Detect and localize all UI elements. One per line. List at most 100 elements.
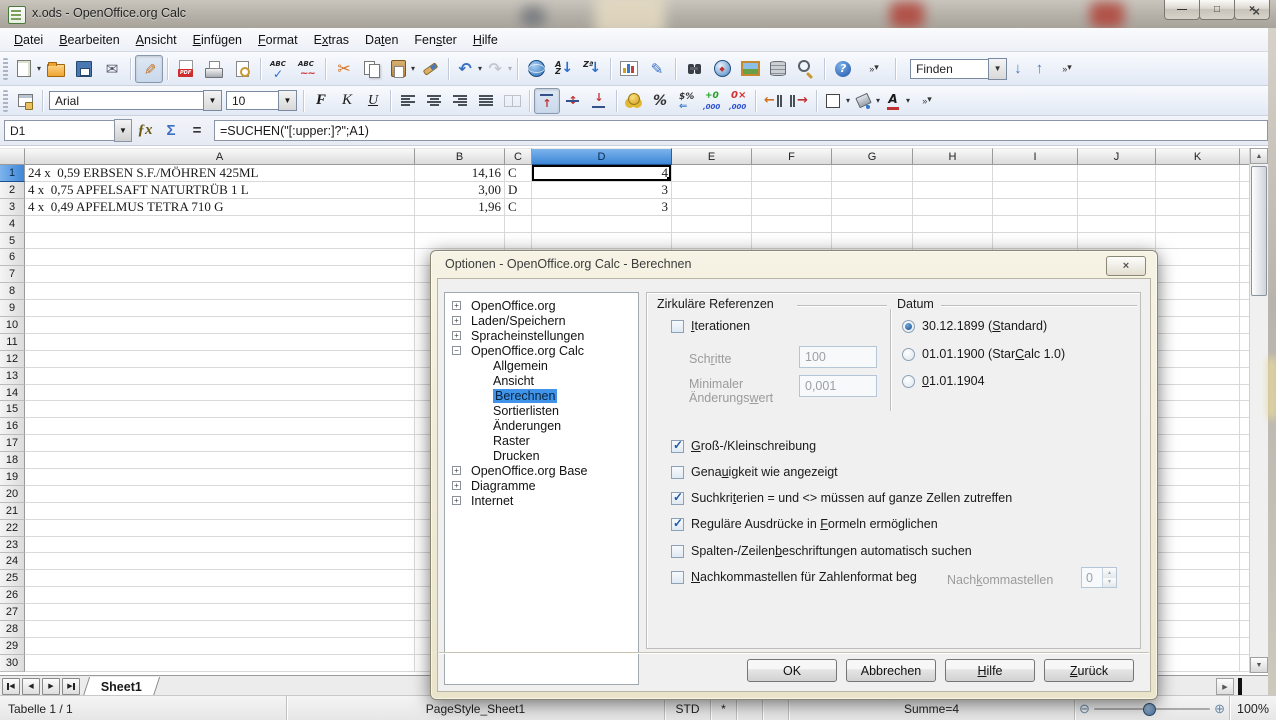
minimize-button[interactable]: — [1164,0,1200,20]
cell[interactable] [672,233,752,250]
toolbar-grip[interactable] [3,90,8,112]
cell[interactable]: 3,00 [415,182,505,199]
italic-button[interactable] [334,88,360,114]
cell[interactable] [1156,486,1240,503]
cell[interactable] [1156,418,1240,435]
auto-spellcheck-button[interactable] [293,55,321,83]
zoom-button[interactable] [792,55,820,83]
dropdown-arrow-icon[interactable]: ▾ [411,64,415,73]
cell[interactable] [25,621,415,638]
column-header-f[interactable]: F [752,148,832,165]
steps-input[interactable]: 100 [799,346,877,368]
row-header-3[interactable]: 3 [0,199,25,216]
cell[interactable] [672,182,752,199]
cell[interactable] [25,300,415,317]
cell[interactable] [1156,469,1240,486]
cell[interactable] [25,469,415,486]
unchecked-checkbox-icon[interactable] [671,320,684,333]
cell[interactable] [415,233,505,250]
find-next-icon[interactable]: ↓ [1007,60,1029,77]
cell[interactable]: 4 x 0,49 APFELMUS TETRA 710 G [25,199,415,216]
date-1900-radio[interactable]: 01.01.1900 (StarCalc 1.0) [902,347,1065,361]
insert-chart-button[interactable] [615,55,643,83]
row-header-6[interactable]: 6 [0,249,25,266]
cell[interactable] [505,233,532,250]
cell[interactable] [993,182,1078,199]
close-document-icon[interactable]: × [1248,4,1264,19]
decimal-places-spinner[interactable]: 0▲▼ [1081,567,1117,588]
increase-indent-button[interactable] [786,88,812,114]
expand-plus-icon[interactable]: + [452,481,461,490]
font-size-combo[interactable]: 10▼ [226,90,297,111]
sort-descending-button[interactable] [578,55,606,83]
function-wizard-icon[interactable]: ƒx [132,119,158,143]
name-box-dropdown-icon[interactable]: ▼ [114,119,132,142]
formula-input[interactable]: =SUCHEN("[:upper:]?";A1) [214,120,1268,141]
cell[interactable] [25,435,415,452]
column-header-k[interactable]: K [1156,148,1240,165]
menu-format[interactable]: Format [250,30,306,50]
cell[interactable]: C [505,199,532,216]
cell[interactable] [672,216,752,233]
cut-button[interactable] [330,55,358,83]
cell[interactable] [25,351,415,368]
options-tree[interactable]: +OpenOffice.org+Laden/Speichern+Sprachei… [444,292,639,685]
expand-plus-icon[interactable]: + [452,496,461,505]
cell[interactable] [25,655,415,672]
cell[interactable] [25,283,415,300]
find-dropdown-icon[interactable]: ▼ [988,58,1007,80]
row-header-17[interactable]: 17 [0,435,25,452]
dropdown-arrow-icon[interactable]: ▾ [846,96,850,105]
zoom-track[interactable] [1094,708,1210,710]
grid-corner[interactable] [0,148,25,165]
cell[interactable]: 24 x 0,59 ERBSEN S.F./MÖHREN 425ML [25,165,415,182]
dropdown-arrow-icon[interactable]: ▾ [478,64,482,73]
tree-item--nderungen[interactable]: Änderungen [445,418,638,433]
menu-datei[interactable]: Datei [6,30,51,50]
cell[interactable] [1156,216,1240,233]
menu-extras[interactable]: Extras [306,30,357,50]
limit-decimals-checkbox[interactable]: Nachkommastellen für Zahlenformat beg [671,570,917,584]
spinner-down-icon[interactable]: ▼ [1103,578,1116,588]
tree-item-openoffice-org[interactable]: +OpenOffice.org [445,298,638,313]
column-header-j[interactable]: J [1078,148,1156,165]
row-header-25[interactable]: 25 [0,570,25,587]
cell[interactable] [25,216,415,233]
column-header-h[interactable]: H [913,148,993,165]
data-sources-button[interactable] [764,55,792,83]
cell[interactable] [1156,503,1240,520]
tree-item-drucken[interactable]: Drucken [445,448,638,463]
cell[interactable] [25,638,415,655]
abbrechen-button[interactable]: Abbrechen [846,659,936,682]
cell[interactable] [1078,216,1156,233]
row-header-4[interactable]: 4 [0,216,25,233]
cell[interactable] [25,587,415,604]
row-header-30[interactable]: 30 [0,655,25,672]
cell[interactable] [1156,452,1240,469]
dropdown-arrow-icon[interactable]: ▾ [37,64,41,73]
export-pdf-button[interactable] [172,55,200,83]
row-header-12[interactable]: 12 [0,351,25,368]
sheet-tab[interactable]: Sheet1 [83,677,160,696]
cell[interactable] [993,216,1078,233]
tree-item-sortierlisten[interactable]: Sortierlisten [445,403,638,418]
radio-icon[interactable] [902,348,915,361]
unchecked-checkbox-icon[interactable] [671,466,684,479]
navigator-button[interactable] [708,55,736,83]
expand-plus-icon[interactable]: + [452,331,461,340]
row-header-8[interactable]: 8 [0,283,25,300]
cell[interactable] [1156,401,1240,418]
cell[interactable] [1156,283,1240,300]
format-paintbrush-button[interactable] [416,55,444,83]
align-right-button[interactable] [447,88,473,114]
add-decimal-button[interactable] [699,88,725,114]
column-header-d[interactable]: D [532,148,672,165]
font-name-combo[interactable]: Arial▼ [49,90,222,111]
currency-button[interactable] [621,88,647,114]
cell[interactable] [1156,249,1240,266]
cell[interactable] [913,199,993,216]
cell[interactable] [993,165,1078,182]
cell[interactable] [25,604,415,621]
cell[interactable] [672,199,752,216]
zurueck-button[interactable]: Zurück [1044,659,1134,682]
